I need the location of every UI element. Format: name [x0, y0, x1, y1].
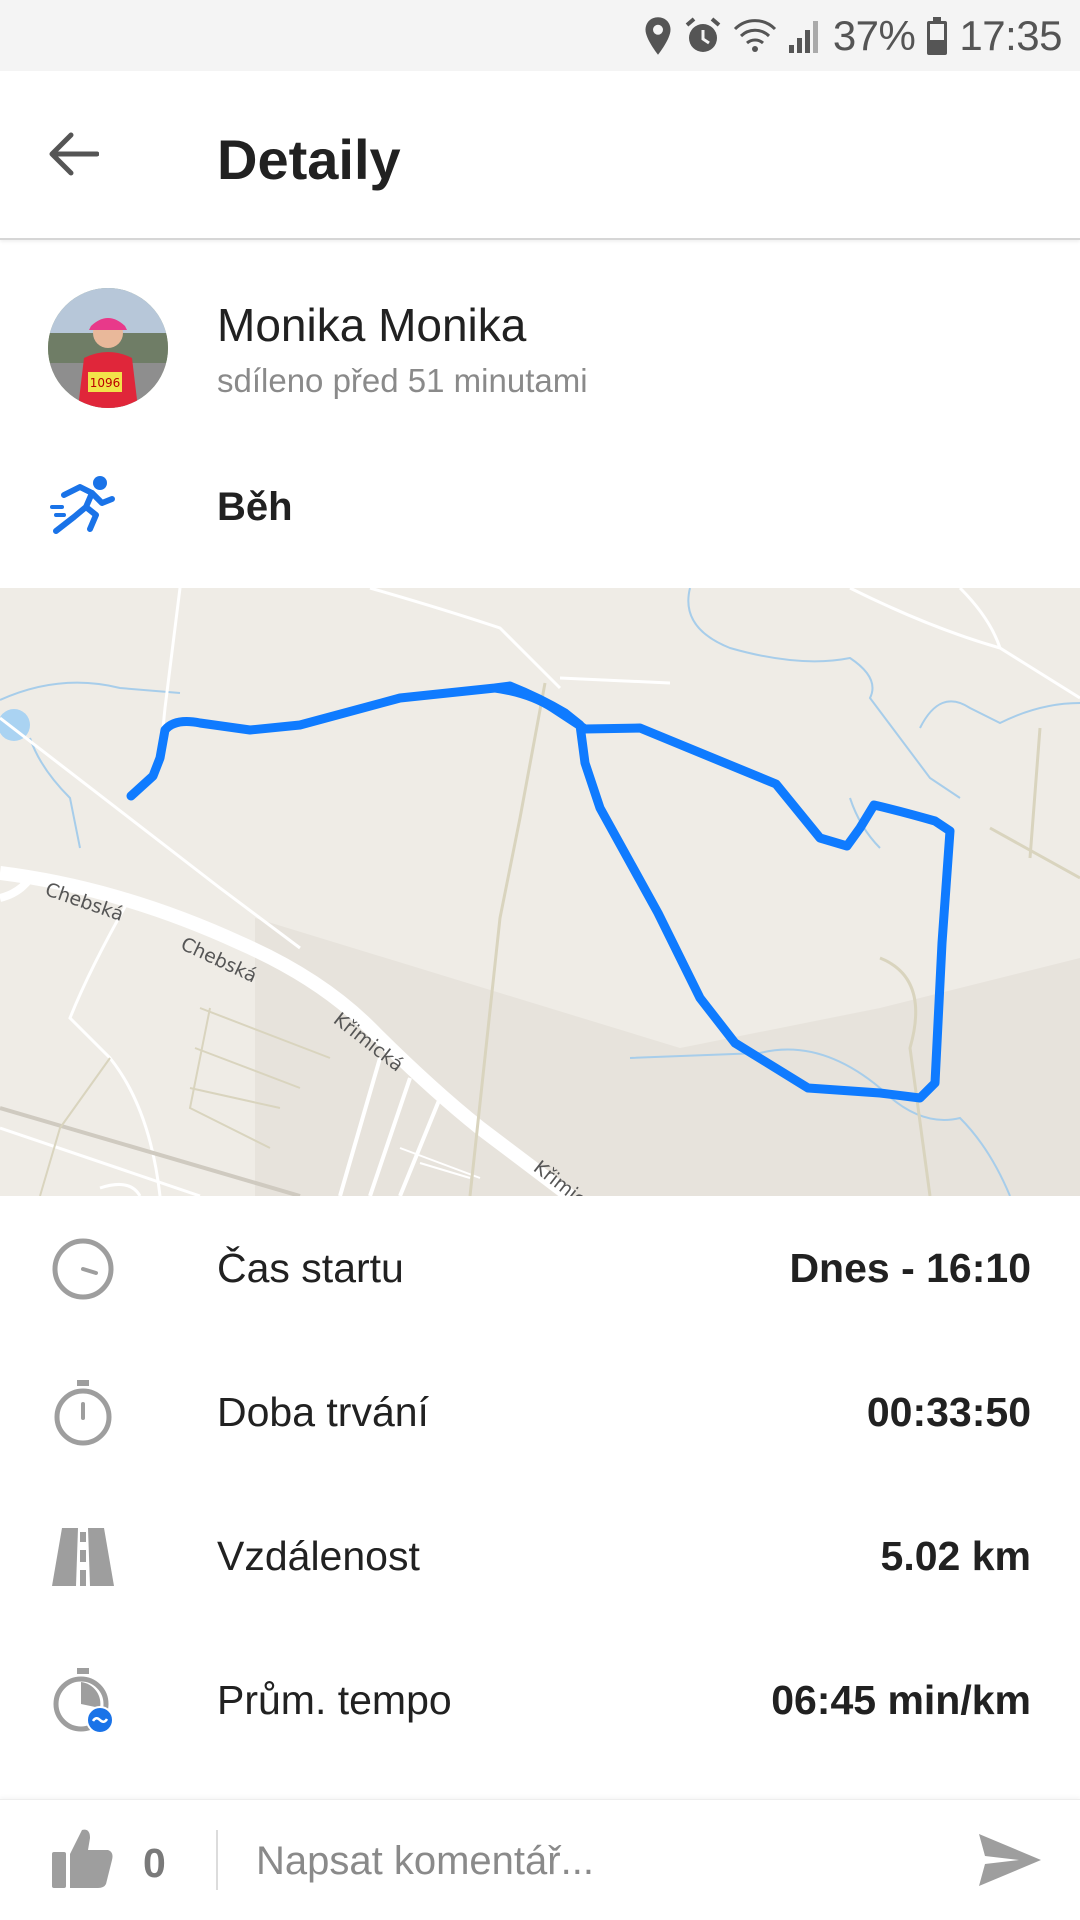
stopwatch-icon: [50, 1380, 116, 1446]
comment-bar: 0: [0, 1799, 1080, 1920]
send-button[interactable]: [975, 1830, 1045, 1894]
like-count: 0: [143, 1840, 166, 1886]
road-icon: [50, 1524, 116, 1590]
app-bar: Detaily: [0, 71, 1080, 240]
stat-value: 5.02 km: [880, 1533, 1031, 1579]
stat-label: Vzdálenost: [217, 1533, 420, 1579]
pace-icon: [50, 1668, 116, 1734]
page-title: Detaily: [217, 128, 401, 191]
avatar[interactable]: 1096: [48, 288, 168, 408]
comment-input[interactable]: [256, 1824, 946, 1898]
profile-header: 1096 Monika Monika sdíleno před 51 minut…: [0, 240, 1080, 440]
route-map[interactable]: Chebská Chebská Křimická Křimick: [0, 588, 1080, 1196]
battery-icon: [925, 16, 949, 56]
stat-value: Dnes - 16:10: [789, 1245, 1031, 1291]
stat-value: 06:45 min/km: [771, 1677, 1031, 1723]
map-canvas: [0, 588, 1080, 1196]
send-icon: [979, 1834, 1041, 1886]
like-button[interactable]: [48, 1824, 124, 1900]
status-bar: 37% 17:35: [0, 0, 1080, 71]
stat-label: Prům. tempo: [217, 1677, 452, 1723]
svg-text:1096: 1096: [90, 376, 121, 390]
battery-percent: 37%: [832, 11, 916, 59]
stat-label: Doba trvání: [217, 1389, 429, 1435]
shared-timestamp: sdíleno před 51 minutami: [217, 362, 588, 399]
stat-start-time: Čas startu Dnes - 16:10: [0, 1196, 1080, 1340]
stat-value: 00:33:50: [866, 1389, 1031, 1435]
running-icon: [50, 473, 118, 546]
activity-type: Běh: [0, 460, 1080, 570]
user-name[interactable]: Monika Monika: [217, 298, 526, 352]
divider: [216, 1830, 218, 1890]
alarm-icon: [683, 16, 723, 56]
activity-label: Běh: [217, 485, 293, 529]
wifi-icon: [733, 17, 777, 55]
clock-icon: [50, 1236, 116, 1302]
clock-time: 17:35: [959, 11, 1062, 59]
stat-pace: Prům. tempo 06:45 min/km: [0, 1628, 1080, 1772]
thumbs-up-icon: [52, 1829, 113, 1888]
arrow-back-icon: [49, 132, 99, 175]
back-button[interactable]: [30, 111, 115, 196]
stat-label: Čas startu: [217, 1245, 404, 1291]
stat-duration: Doba trvání 00:33:50: [0, 1340, 1080, 1484]
location-icon: [643, 16, 673, 56]
stat-distance: Vzdálenost 5.02 km: [0, 1484, 1080, 1628]
signal-icon: [787, 17, 823, 55]
